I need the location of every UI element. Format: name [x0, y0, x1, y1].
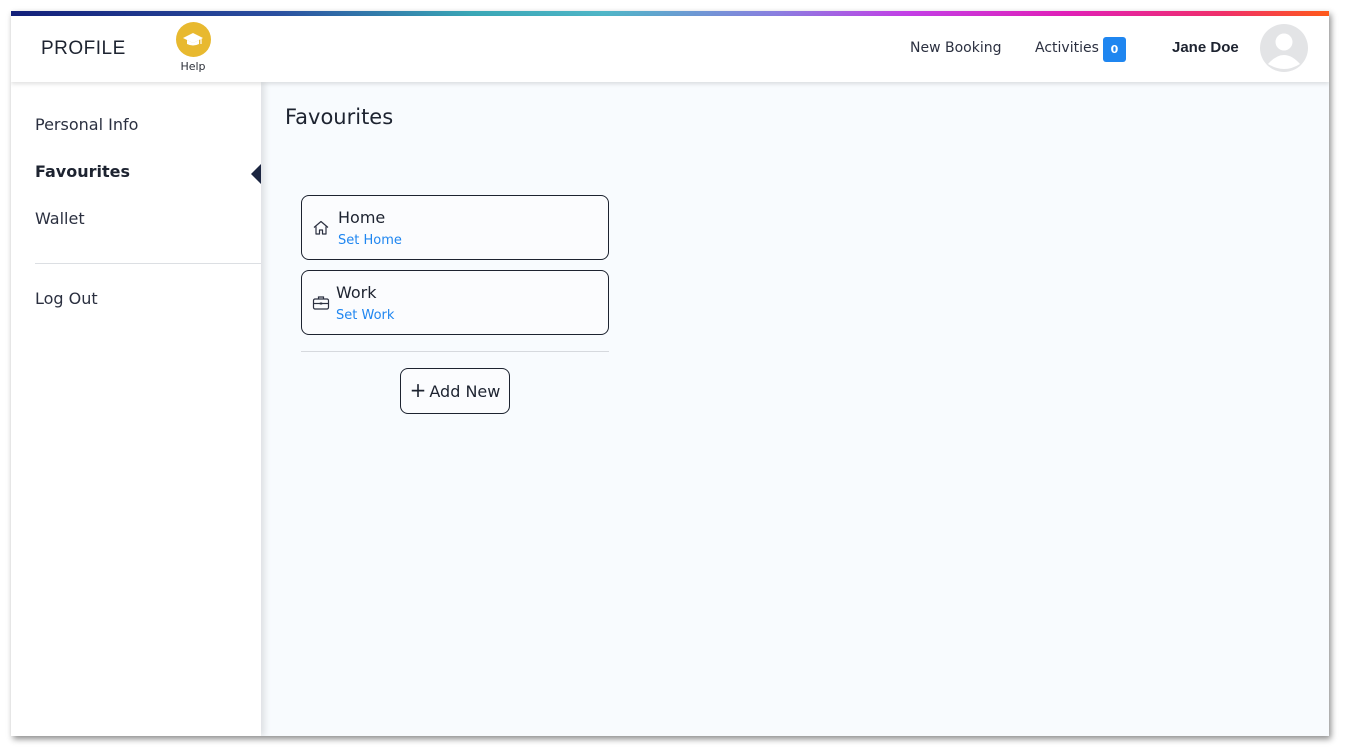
help-button[interactable]: Help — [173, 22, 213, 73]
active-item-marker — [251, 164, 261, 184]
avatar[interactable] — [1260, 24, 1308, 72]
add-new-label: Add New — [429, 381, 501, 401]
graduation-cap-icon — [175, 22, 211, 57]
favourite-title: Work — [336, 283, 377, 302]
help-label: Help — [180, 60, 206, 73]
app-window: PROFILE Help New Booking Activities 0 Ja… — [11, 11, 1329, 736]
home-icon — [313, 220, 329, 235]
sidebar-item-favourites[interactable]: Favourites — [35, 162, 130, 181]
user-name[interactable]: Jane Doe — [1172, 39, 1239, 56]
set-work-link[interactable]: Set Work — [336, 308, 394, 323]
favourite-title: Home — [338, 208, 386, 227]
plus-icon: + — [409, 378, 427, 402]
user-avatar-icon — [1268, 33, 1300, 69]
set-home-link[interactable]: Set Home — [338, 233, 402, 248]
page-title: Favourites — [285, 105, 394, 129]
page-brand-title: PROFILE — [41, 38, 126, 59]
favourite-card-work[interactable]: Work Set Work — [301, 270, 609, 335]
header: PROFILE Help New Booking Activities 0 Ja… — [11, 16, 1329, 82]
sidebar-item-personal-info[interactable]: Personal Info — [35, 115, 138, 134]
sidebar-item-log-out[interactable]: Log Out — [35, 289, 98, 308]
new-booking-link[interactable]: New Booking — [910, 40, 1001, 56]
sidebar-divider — [35, 263, 261, 264]
favourites-divider — [301, 351, 609, 352]
activities-link[interactable]: Activities — [1035, 40, 1099, 56]
favourite-card-home[interactable]: Home Set Home — [301, 195, 609, 260]
sidebar-item-wallet[interactable]: Wallet — [35, 209, 85, 228]
add-new-button[interactable]: + Add New — [400, 368, 510, 414]
activities-count-badge: 0 — [1103, 37, 1126, 62]
sidebar: Personal Info Favourites Wallet Log Out — [11, 82, 261, 736]
briefcase-icon — [312, 296, 330, 310]
